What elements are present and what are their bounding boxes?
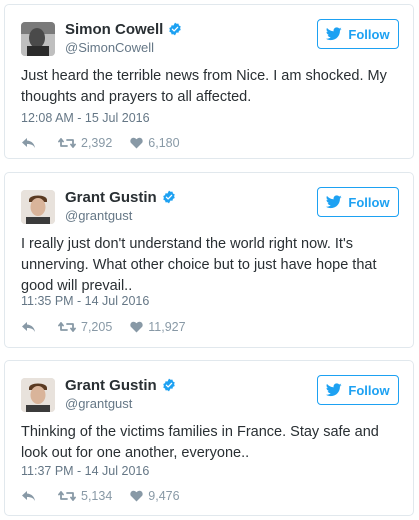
reply-button[interactable] [21,490,36,502]
heart-icon [130,137,143,149]
tweet-card: Simon Cowell @SimonCowell Follow Just he… [4,4,414,159]
tweet-feed: Simon Cowell @SimonCowell Follow Just he… [0,0,419,520]
twitter-bird-icon [326,195,343,209]
follow-label: Follow [348,194,390,210]
retweet-count: 5,134 [81,489,113,503]
verified-badge-icon [162,190,175,204]
tweet-actions: 7,205 11,927 [21,319,186,335]
user-handle[interactable]: @grantgust [65,208,132,223]
user-handle[interactable]: @grantgust [65,396,132,411]
tweet-timestamp[interactable]: 11:37 PM - 14 Jul 2016 [21,464,149,478]
avatar[interactable] [21,22,55,56]
display-name[interactable]: Grant Gustin [65,189,157,206]
name-row: Grant Gustin [65,376,176,394]
like-button[interactable]: 11,927 [130,320,186,334]
display-name[interactable]: Grant Gustin [65,377,157,394]
follow-button[interactable]: Follow [317,19,399,49]
like-count: 6,180 [148,136,180,150]
tweet-card: Grant Gustin @grantgust Follow Thinking … [4,360,414,516]
retweet-button[interactable]: 5,134 [58,489,112,503]
follow-button[interactable]: Follow [317,375,399,405]
heart-icon [130,321,143,333]
retweet-icon [58,491,76,501]
follow-button[interactable]: Follow [317,187,399,217]
like-button[interactable]: 6,180 [130,136,180,150]
retweet-icon [58,138,76,148]
follow-label: Follow [348,26,390,42]
retweet-count: 7,205 [81,320,113,334]
name-row: Grant Gustin [65,188,176,206]
twitter-bird-icon [326,383,343,397]
reply-icon [22,138,35,148]
reply-button[interactable] [21,321,36,333]
like-count: 11,927 [148,320,186,334]
tweet-text: Just heard the terrible news from Nice. … [21,68,387,105]
tweet-card: Grant Gustin @grantgust Follow I really … [4,172,414,348]
tweet-timestamp[interactable]: 12:08 AM - 15 Jul 2016 [21,111,150,125]
tweet-actions: 2,392 6,180 [21,135,180,151]
tweet-timestamp[interactable]: 11:35 PM - 14 Jul 2016 [21,294,149,308]
retweet-button[interactable]: 7,205 [58,320,112,334]
retweet-icon [58,322,76,332]
retweet-count: 2,392 [81,136,113,150]
retweet-button[interactable]: 2,392 [58,136,112,150]
like-button[interactable]: 9,476 [130,489,180,503]
name-row: Simon Cowell [65,20,182,38]
tweet-text: I really just don't understand the world… [21,236,377,294]
avatar[interactable] [21,378,55,412]
user-handle[interactable]: @SimonCowell [65,40,154,55]
reply-button[interactable] [21,137,36,149]
display-name[interactable]: Simon Cowell [65,21,163,38]
twitter-bird-icon [326,27,343,41]
tweet-actions: 5,134 9,476 [21,488,180,504]
verified-badge-icon [162,378,175,392]
avatar[interactable] [21,190,55,224]
heart-icon [130,490,143,502]
reply-icon [22,322,35,332]
verified-badge-icon [169,22,182,36]
follow-label: Follow [348,382,390,398]
tweet-text: Thinking of the victims families in Fran… [21,424,379,461]
reply-icon [22,491,35,501]
like-count: 9,476 [148,489,180,503]
